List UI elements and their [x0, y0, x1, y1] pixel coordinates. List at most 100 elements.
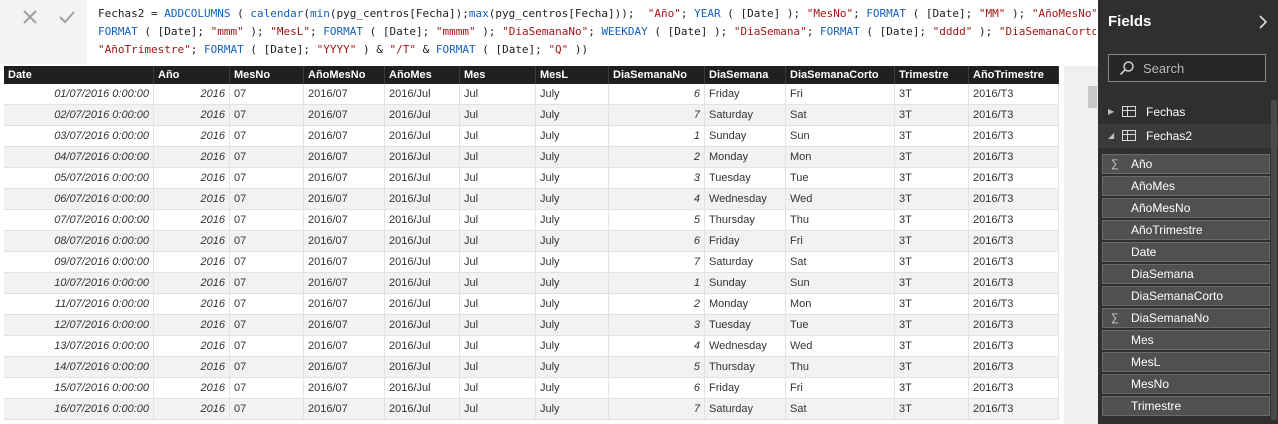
table-node-fechas2[interactable]: ◢ Fechas2	[1098, 124, 1278, 148]
column-header[interactable]: Mes	[460, 66, 536, 84]
table-cell: 2016/T3	[969, 126, 1059, 146]
caret-right-icon[interactable]: ▶	[1108, 100, 1114, 124]
field-item[interactable]: Date	[1102, 242, 1270, 262]
formula-line: FORMAT ( [Date]; "mmm" ); "MesL"; FORMAT…	[98, 23, 1096, 41]
chevron-right-icon[interactable]	[1254, 12, 1272, 32]
table-cell: 2016/07	[304, 252, 385, 272]
table-row[interactable]: 16/07/2016 0:00:00 2016 07 2016/07 2016/Jul J…	[4, 399, 1059, 420]
table-cell: 14/07/2016 0:00:00	[4, 357, 154, 377]
formula-input[interactable]: Fechas2 = ADDCOLUMNS ( calendar(min(pyg_…	[88, 4, 1096, 60]
table-cell: July	[536, 210, 609, 230]
table-cell: Tuesday	[705, 168, 786, 188]
column-header[interactable]: Date	[4, 66, 154, 84]
formula-token: );	[1005, 7, 1032, 20]
table-row[interactable]: 02/07/2016 0:00:00 2016 07 2016/07 2016/Jul J…	[4, 105, 1059, 126]
table-row[interactable]: 14/07/2016 0:00:00 2016 07 2016/07 2016/Jul J…	[4, 357, 1059, 378]
commit-formula-button[interactable]	[54, 6, 80, 28]
table-cell: 2016/Jul	[385, 357, 460, 377]
table-cell: 6	[609, 84, 705, 104]
table-cell: 2016	[154, 189, 230, 209]
table-cell: July	[536, 147, 609, 167]
field-item-label: Mes	[1131, 333, 1154, 347]
table-cell: 4	[609, 336, 705, 356]
column-header[interactable]: AñoMes	[385, 66, 460, 84]
field-item[interactable]: Trimestre	[1102, 396, 1270, 416]
field-item-label: MesNo	[1131, 377, 1170, 391]
formula-token: "MesNo"	[806, 7, 854, 20]
table-row[interactable]: 09/07/2016 0:00:00 2016 07 2016/07 2016/Jul J…	[4, 252, 1059, 273]
table-row[interactable]: 13/07/2016 0:00:00 2016 07 2016/07 2016/Jul J…	[4, 336, 1059, 357]
table-cell: 2016/07	[304, 231, 385, 251]
table-cell: 3T	[895, 126, 969, 146]
field-item[interactable]: MesL	[1102, 352, 1270, 372]
column-header[interactable]: DiaSemanaCorto	[786, 66, 895, 84]
field-item[interactable]: DiaSemanaCorto	[1102, 286, 1270, 306]
table-node-fechas[interactable]: ▶ Fechas	[1098, 100, 1278, 124]
table-icon	[1122, 130, 1136, 141]
table-row[interactable]: 06/07/2016 0:00:00 2016 07 2016/07 2016/Jul J…	[4, 189, 1059, 210]
column-header[interactable]: MesNo	[230, 66, 304, 84]
table-row[interactable]: 10/07/2016 0:00:00 2016 07 2016/07 2016/Jul J…	[4, 273, 1059, 294]
field-item[interactable]: ∑ Año	[1102, 154, 1270, 174]
table-cell: 7	[609, 399, 705, 419]
table-cell: Jul	[460, 105, 536, 125]
field-item[interactable]: ∑ DiaSemanaNo	[1102, 308, 1270, 328]
table-cell: 09/07/2016 0:00:00	[4, 252, 154, 272]
column-header[interactable]: AñoMesNo	[304, 66, 385, 84]
table-cell: July	[536, 126, 609, 146]
table-cell: 3T	[895, 210, 969, 230]
scrollbar-thumb[interactable]	[1088, 86, 1097, 108]
column-header[interactable]: Año	[154, 66, 230, 84]
table-row[interactable]: 12/07/2016 0:00:00 2016 07 2016/07 2016/Jul J…	[4, 315, 1059, 336]
field-list: ∑ Año AñoMes AñoMesNo AñoTrimestre Date DiaSem…	[1102, 154, 1270, 418]
table-scrollbar[interactable]	[1064, 66, 1098, 424]
cancel-formula-button[interactable]	[17, 6, 43, 28]
table-cell: 07	[230, 252, 304, 272]
table-cell: 07	[230, 378, 304, 398]
table-cell: 07	[230, 147, 304, 167]
field-item[interactable]: DiaSemana	[1102, 264, 1270, 284]
table-cell: 07	[230, 231, 304, 251]
formula-token: "YYYY"	[316, 43, 357, 56]
formula-line: Fechas2 = ADDCOLUMNS ( calendar(min(pyg_…	[98, 5, 1096, 23]
caret-down-icon[interactable]: ◢	[1108, 124, 1114, 148]
table-cell: 10/07/2016 0:00:00	[4, 273, 154, 293]
field-item[interactable]: AñoMesNo	[1102, 198, 1270, 218]
table-cell: 2016/Jul	[385, 378, 460, 398]
table-row[interactable]: 11/07/2016 0:00:00 2016 07 2016/07 2016/Jul J…	[4, 294, 1059, 315]
table-row[interactable]: 03/07/2016 0:00:00 2016 07 2016/07 2016/Jul J…	[4, 126, 1059, 147]
field-item[interactable]: MesNo	[1102, 374, 1270, 394]
column-header[interactable]: Trimestre	[895, 66, 969, 84]
column-header[interactable]: DiaSemanaNo	[609, 66, 705, 84]
table-row[interactable]: 01/07/2016 0:00:00 2016 07 2016/07 2016/Jul J…	[4, 84, 1059, 105]
field-item[interactable]: AñoTrimestre	[1102, 220, 1270, 240]
table-cell: 2016	[154, 210, 230, 230]
table-cell: 3T	[895, 105, 969, 125]
table-cell: 2016/T3	[969, 252, 1059, 272]
table-cell: Jul	[460, 84, 536, 104]
column-header[interactable]: AñoTrimestre	[969, 66, 1059, 84]
table-cell: 5	[609, 357, 705, 377]
formula-token: ( [Date];	[243, 43, 317, 56]
table-cell: 2016/Jul	[385, 399, 460, 419]
fields-search-input[interactable]: Search	[1108, 54, 1266, 82]
formula-token: FORMAT	[323, 25, 363, 38]
table-row[interactable]: 04/07/2016 0:00:00 2016 07 2016/07 2016/Jul J…	[4, 147, 1059, 168]
table-row[interactable]: 08/07/2016 0:00:00 2016 07 2016/07 2016/Jul J…	[4, 231, 1059, 252]
formula-token: min	[309, 7, 330, 20]
table-cell: Fri	[786, 231, 895, 251]
table-row[interactable]: 05/07/2016 0:00:00 2016 07 2016/07 2016/Jul J…	[4, 168, 1059, 189]
table-cell: 2016/T3	[969, 84, 1059, 104]
table-cell: 08/07/2016 0:00:00	[4, 231, 154, 251]
field-item[interactable]: Mes	[1102, 330, 1270, 350]
column-header[interactable]: DiaSemana	[705, 66, 786, 84]
table-row[interactable]: 15/07/2016 0:00:00 2016 07 2016/07 2016/Jul J…	[4, 378, 1059, 399]
fields-pane-title: Fields	[1108, 13, 1152, 30]
column-header[interactable]: MesL	[536, 66, 609, 84]
table-cell: 7	[609, 105, 705, 125]
table-cell: July	[536, 105, 609, 125]
fields-scrollbar[interactable]	[1271, 100, 1277, 420]
field-item[interactable]: AñoMes	[1102, 176, 1270, 196]
table-row[interactable]: 07/07/2016 0:00:00 2016 07 2016/07 2016/Jul J…	[4, 210, 1059, 231]
table-cell: 07	[230, 126, 304, 146]
